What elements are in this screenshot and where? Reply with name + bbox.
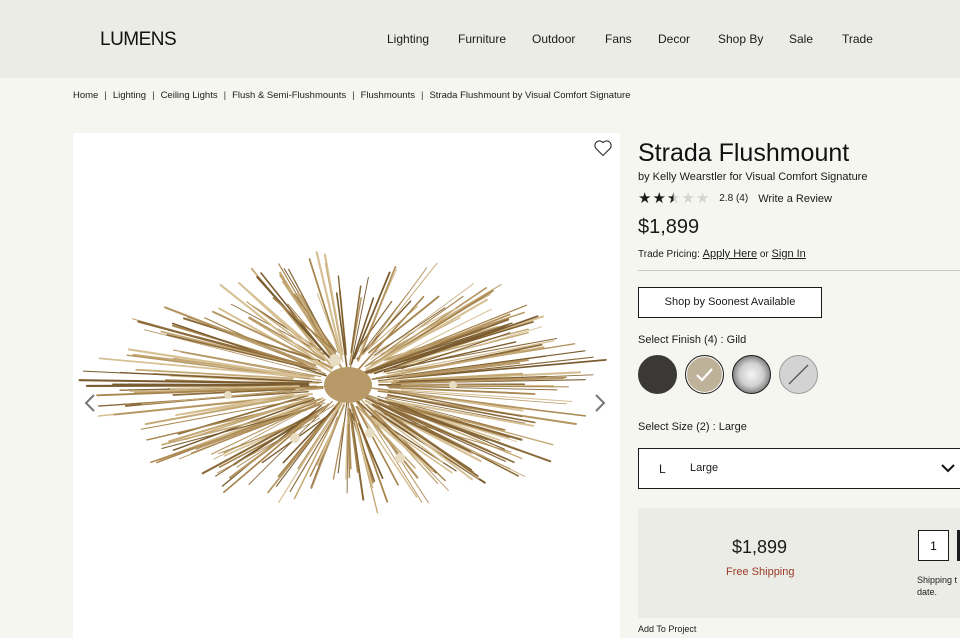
unavailable-slash-icon bbox=[788, 364, 809, 385]
rating-stars[interactable]: ★ ★ ★ ★ ★ bbox=[638, 191, 709, 206]
breadcrumb-separator: | bbox=[223, 90, 227, 101]
nav-outdoor[interactable]: Outdoor bbox=[532, 32, 575, 46]
trade-pricing-label: Trade Pricing: bbox=[638, 249, 700, 260]
star-half-icon: ★ bbox=[666, 190, 681, 207]
trade-or-text: or bbox=[759, 249, 769, 260]
breadcrumb-separator: | bbox=[352, 90, 355, 101]
breadcrumb-separator: | bbox=[104, 90, 107, 101]
gild-swatch[interactable] bbox=[685, 355, 724, 394]
breadcrumb-separator: | bbox=[152, 90, 155, 101]
lumens-logo[interactable]: LUMENS bbox=[100, 29, 177, 51]
shop-soonest-available-button[interactable]: Shop by Soonest Available bbox=[638, 287, 822, 318]
chrome-swatch[interactable] bbox=[732, 355, 771, 394]
product-rating: ★ ★ ★ ★ ★ 2.8 (4) Write a Review bbox=[638, 191, 832, 206]
trade-pricing: Trade Pricing: Apply Here or Sign In bbox=[638, 248, 806, 260]
free-shipping-text: Free Shipping bbox=[726, 566, 795, 578]
heart-icon[interactable] bbox=[593, 138, 613, 158]
breadcrumb-current: Strada Flushmount by Visual Comfort Sign… bbox=[429, 90, 631, 101]
apply-here-link[interactable]: Apply Here bbox=[703, 248, 757, 260]
burst-rod bbox=[347, 423, 351, 479]
breadcrumb-separator: | bbox=[420, 90, 424, 101]
product-byline[interactable]: by Kelly Wearstler for Visual Comfort Si… bbox=[638, 171, 867, 183]
nav-shop-by[interactable]: Shop By bbox=[718, 32, 763, 46]
breadcrumb-lighting[interactable]: Lighting bbox=[113, 90, 146, 101]
breadcrumb-flushmounts[interactable]: Flushmounts bbox=[361, 90, 415, 101]
breadcrumb-home[interactable]: Home bbox=[73, 90, 98, 101]
chevron-down-icon bbox=[941, 464, 955, 473]
write-review-link[interactable]: Write a Review bbox=[758, 193, 832, 205]
breadcrumb-ceiling-lights[interactable]: Ceiling Lights bbox=[161, 90, 218, 101]
star-full-icon: ★ bbox=[652, 190, 666, 207]
breadcrumb-flush-semi[interactable]: Flush & Semi-Flushmounts bbox=[232, 90, 346, 101]
nav-lighting[interactable]: Lighting bbox=[387, 32, 429, 46]
chevron-left-icon[interactable] bbox=[83, 393, 97, 413]
divider bbox=[638, 270, 960, 271]
dark-bronze-swatch[interactable] bbox=[638, 355, 677, 394]
cart-price: $1,899 bbox=[732, 537, 788, 557]
size-name: Large bbox=[690, 462, 719, 474]
rating-value: 2.8 (4) bbox=[719, 193, 749, 204]
product-image-gallery bbox=[73, 133, 620, 638]
quantity-input[interactable] bbox=[918, 530, 949, 561]
product-image bbox=[78, 251, 607, 514]
add-to-cart-panel: $1,899 Free Shipping Shipping t date. bbox=[638, 508, 960, 618]
sign-in-link[interactable]: Sign In bbox=[772, 248, 806, 260]
nav-fans[interactable]: Fans bbox=[605, 32, 632, 46]
shipping-note: Shipping t date. bbox=[917, 575, 958, 597]
add-to-project-link[interactable]: Add To Project bbox=[638, 624, 696, 634]
product-title: Strada Flushmount bbox=[638, 139, 850, 167]
nav-furniture[interactable]: Furniture bbox=[458, 32, 506, 46]
unavailable-swatch[interactable] bbox=[779, 355, 818, 394]
check-icon bbox=[696, 368, 713, 382]
size-label: Select Size (2) : Large bbox=[638, 421, 747, 433]
star-empty-icon: ★ bbox=[681, 190, 695, 207]
finish-label: Select Finish (4) : Gild bbox=[638, 334, 747, 346]
star-full-icon: ★ bbox=[638, 190, 652, 207]
size-dropdown[interactable]: L Large bbox=[638, 448, 960, 489]
breadcrumb: Home | Lighting | Ceiling Lights | Flush & Sem… bbox=[73, 90, 630, 101]
nav-trade[interactable]: Trade bbox=[842, 32, 873, 46]
nav-sale[interactable]: Sale bbox=[789, 32, 813, 46]
size-code: L bbox=[659, 462, 666, 476]
nav-decor[interactable]: Decor bbox=[658, 32, 690, 46]
product-price: $1,899 bbox=[638, 216, 700, 238]
star-empty-icon: ★ bbox=[695, 190, 710, 207]
site-header: LUMENS Lighting Furniture Outdoor Fans D… bbox=[0, 0, 960, 78]
chevron-right-icon[interactable] bbox=[593, 393, 607, 413]
